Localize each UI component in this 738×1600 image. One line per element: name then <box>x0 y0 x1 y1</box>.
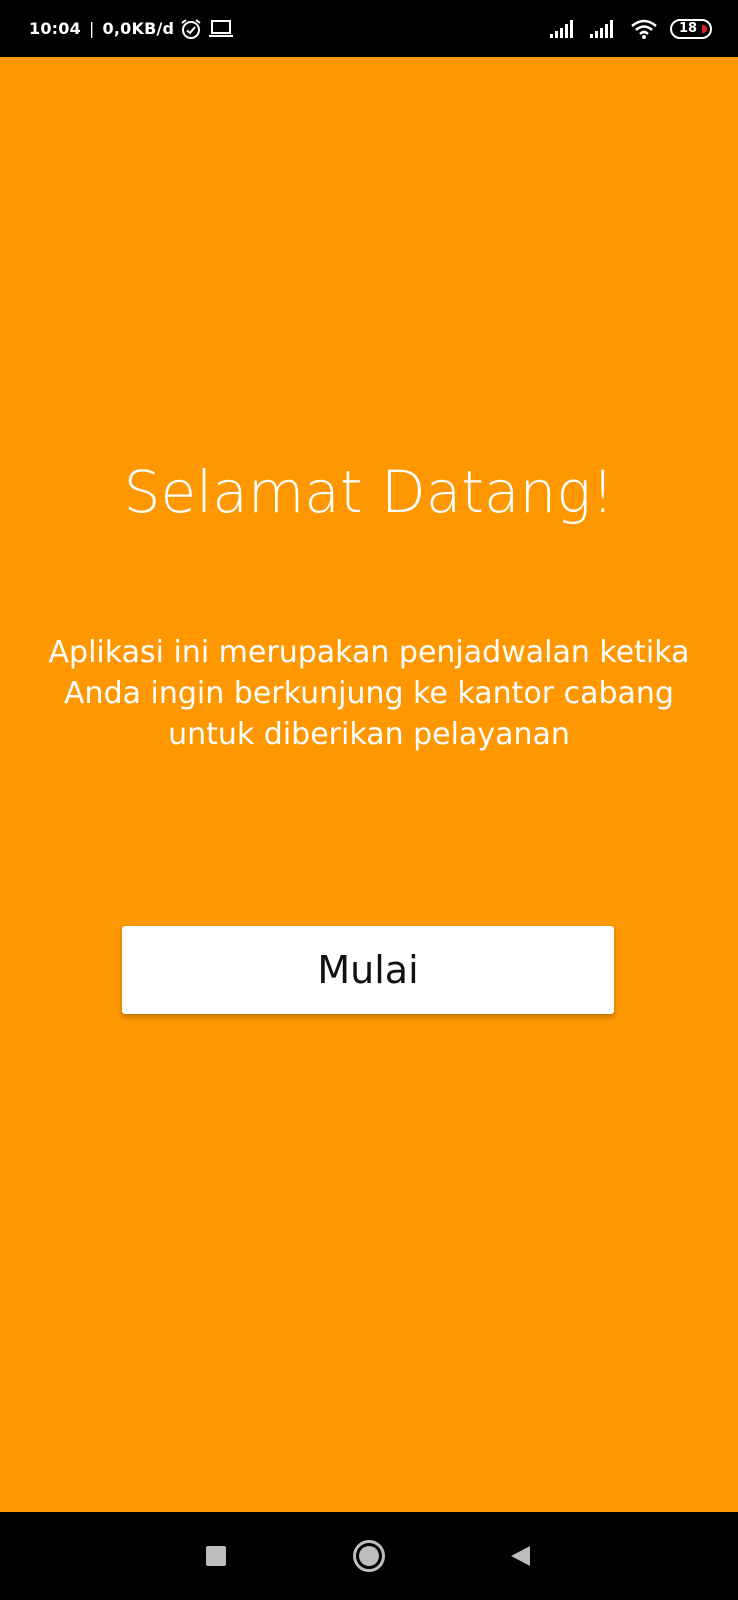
recents-square-icon[interactable] <box>176 1512 256 1600</box>
wifi-icon <box>630 18 658 40</box>
welcome-title: Selamat Datang! <box>123 458 615 526</box>
navigation-bar <box>0 1512 738 1600</box>
status-time: 10:04 <box>29 19 81 38</box>
status-separator: | <box>88 19 95 38</box>
status-bar: 10:04 | 0,0KB/d 18 <box>0 0 738 57</box>
battery-low-indicator <box>702 24 707 33</box>
battery-icon: 18 <box>670 18 712 39</box>
laptop-icon <box>208 19 234 39</box>
start-button[interactable]: Mulai <box>122 926 614 1014</box>
signal-icon <box>550 19 578 38</box>
status-right-group: 18 <box>550 0 712 57</box>
status-left-group: 10:04 | 0,0KB/d <box>29 0 234 57</box>
home-circle-icon[interactable] <box>329 1512 409 1600</box>
network-speed: 0,0KB/d <box>102 19 175 38</box>
signal-icon <box>590 19 618 38</box>
back-triangle-icon[interactable] <box>480 1512 560 1600</box>
welcome-screen: Selamat Datang! Aplikasi ini merupakan p… <box>0 57 738 1512</box>
welcome-description: Aplikasi ini merupakan penjadwalan ketik… <box>48 635 690 752</box>
alarm-icon <box>180 18 202 40</box>
battery-level: 18 <box>678 21 698 36</box>
